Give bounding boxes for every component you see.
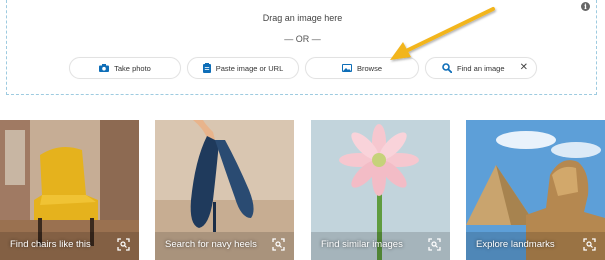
or-divider-text: — OR — xyxy=(284,34,321,44)
visual-search-icon[interactable] xyxy=(272,238,285,251)
card-label: Find chairs like this xyxy=(10,239,91,250)
paste-image-button[interactable]: Paste image or URL xyxy=(187,57,299,79)
card-label: Find similar images xyxy=(321,239,403,250)
card-label: Explore landmarks xyxy=(476,239,555,250)
card-similar-images[interactable]: Find similar images xyxy=(311,120,450,260)
card-navy-heels[interactable]: Search for navy heels xyxy=(155,120,294,260)
drag-image-text: Drag an image here xyxy=(262,13,343,23)
info-icon[interactable]: i xyxy=(581,2,590,11)
visual-search-icon[interactable] xyxy=(428,238,441,251)
card-explore-landmarks[interactable]: Explore landmarks xyxy=(466,120,605,260)
take-photo-button[interactable]: Take photo xyxy=(69,57,181,79)
card-find-chairs[interactable]: Find chairs like this xyxy=(0,120,139,260)
browse-label: Browse xyxy=(356,63,382,73)
visual-search-icon[interactable] xyxy=(583,238,596,251)
annotation-arrow xyxy=(390,7,495,60)
clipboard-icon xyxy=(202,63,211,73)
close-icon[interactable]: ✕ xyxy=(520,62,528,74)
paste-image-label: Paste image or URL xyxy=(215,63,284,73)
card-label: Search for navy heels xyxy=(165,239,257,250)
camera-icon xyxy=(99,64,110,72)
visual-search-icon[interactable] xyxy=(117,238,130,251)
take-photo-label: Take photo xyxy=(114,63,151,73)
image-icon xyxy=(341,64,352,72)
